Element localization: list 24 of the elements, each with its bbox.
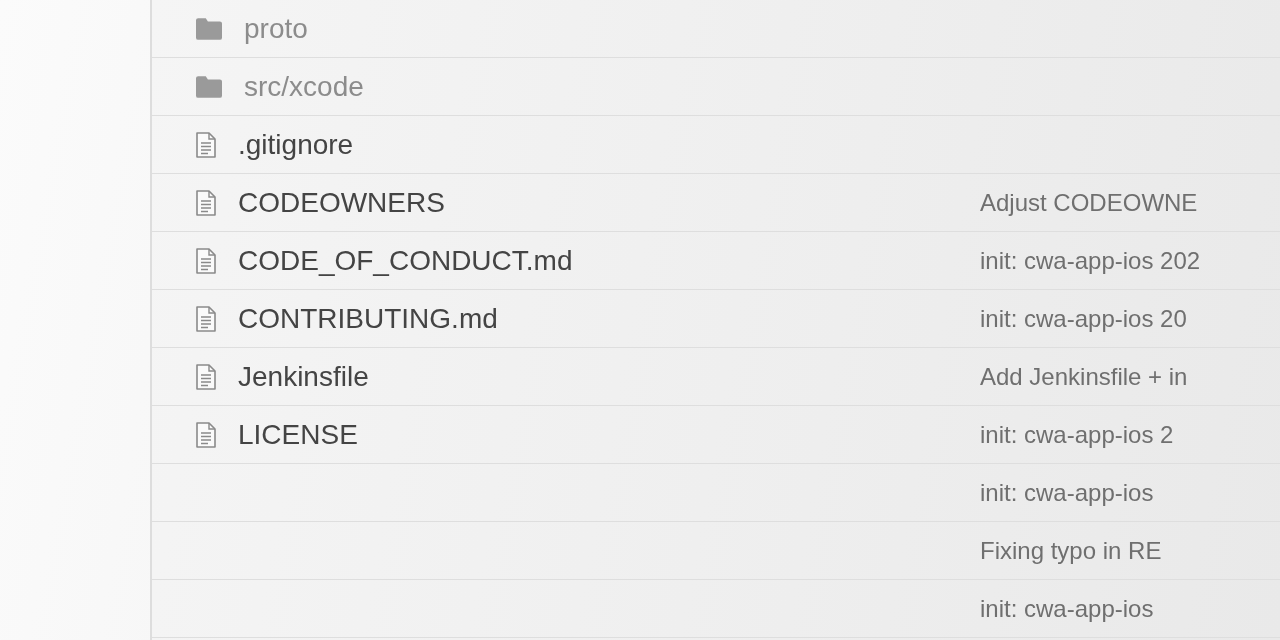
file-name-link[interactable]: Jenkinsfile xyxy=(238,360,369,393)
file-name-link[interactable]: proto xyxy=(244,12,308,45)
file-name-link[interactable]: CONTRIBUTING.md xyxy=(238,302,498,335)
file-name-link[interactable]: CODEOWNERS xyxy=(238,186,445,219)
commit-message-link[interactable]: init: cwa-app-ios 2 xyxy=(980,420,1174,448)
commit-message-link[interactable]: Add Jenkinsfile + in xyxy=(980,362,1188,390)
file-icon xyxy=(196,363,216,390)
commit-message-link[interactable]: init: cwa-app-ios 20 xyxy=(980,304,1187,332)
file-icon xyxy=(196,131,216,158)
file-name-link[interactable]: .gitignore xyxy=(238,128,354,161)
commit-message-link[interactable]: init: cwa-app-ios xyxy=(980,594,1154,622)
file-name-link[interactable]: CODE_OF_CONDUCT.md xyxy=(238,244,573,277)
file-name-link[interactable]: src/xcode xyxy=(244,70,364,103)
commit-message-link[interactable]: init: cwa-app-ios 202 xyxy=(980,246,1201,274)
file-icon xyxy=(196,305,216,332)
file-icon xyxy=(196,247,216,274)
file-name-link[interactable]: LICENSE xyxy=(238,418,358,451)
folder-icon xyxy=(196,17,222,40)
file-icon xyxy=(196,189,216,216)
commit-message-link[interactable]: Fixing typo in RE xyxy=(980,536,1162,564)
commit-message-link[interactable]: init: cwa-app-ios xyxy=(980,478,1154,506)
file-icon xyxy=(196,421,216,448)
commit-message-link[interactable]: Adjust CODEOWNE xyxy=(980,188,1198,216)
folder-icon xyxy=(196,75,222,98)
